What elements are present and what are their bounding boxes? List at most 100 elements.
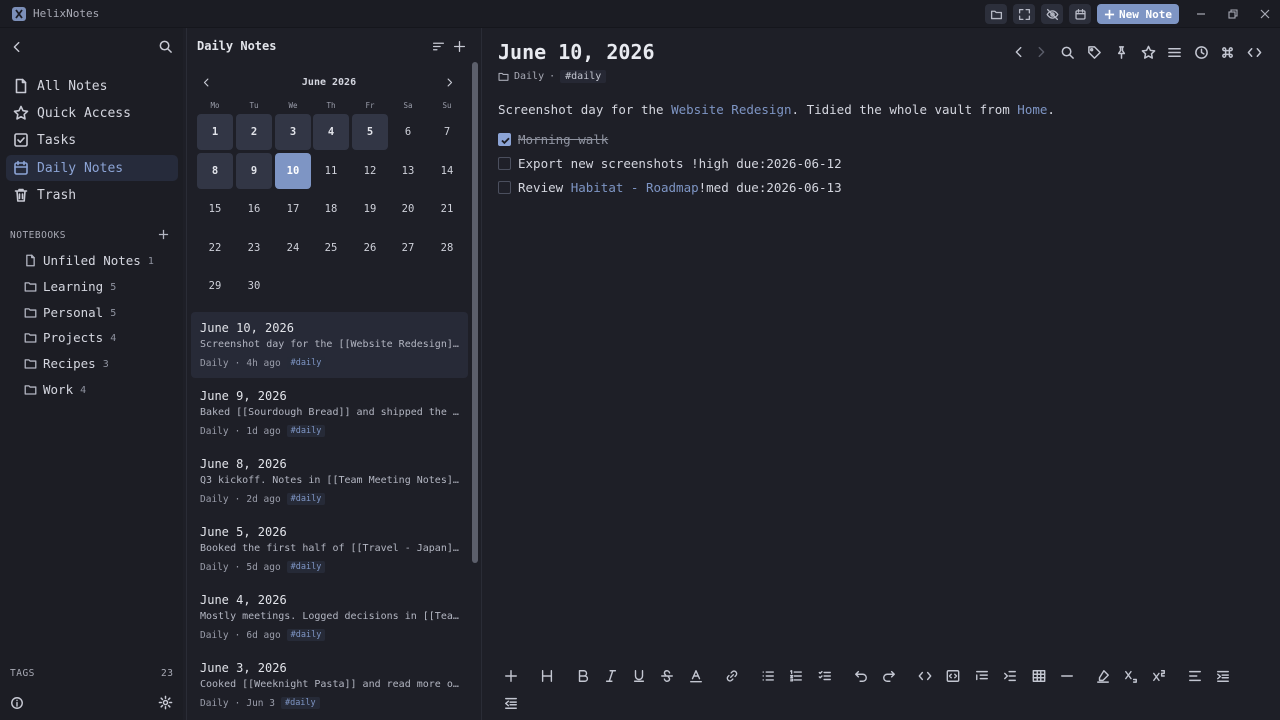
calendar-day[interactable]: 2	[236, 114, 272, 150]
indent-decrease-icon[interactable]	[501, 693, 521, 713]
italic-icon[interactable]	[601, 666, 621, 686]
note-list-item[interactable]: June 5, 2026 Booked the first half of [[T…	[191, 516, 468, 582]
scrollbar[interactable]	[472, 62, 478, 563]
next-month-icon[interactable]	[444, 77, 455, 88]
source-code-icon[interactable]	[1245, 43, 1263, 61]
outline-icon[interactable]	[1165, 43, 1183, 61]
indent-icon[interactable]	[1000, 666, 1020, 686]
numbered-list-icon[interactable]	[786, 666, 806, 686]
calendar-day[interactable]: 29	[197, 268, 233, 304]
inline-code-icon[interactable]	[915, 666, 935, 686]
note-list-item[interactable]: June 9, 2026 Baked [[Sourdough Bread]] an…	[191, 380, 468, 446]
superscript-icon[interactable]	[1149, 666, 1169, 686]
calendar-day[interactable]: 19	[352, 191, 388, 227]
notebook-recipes[interactable]: Recipes 3	[24, 352, 109, 374]
note-title[interactable]: June 10, 2026	[498, 40, 655, 64]
back-nav-icon[interactable]	[1010, 43, 1028, 61]
calendar-day[interactable]: 30	[236, 268, 272, 304]
bullet-list-icon[interactable]	[758, 666, 778, 686]
calendar-day[interactable]: 21	[429, 191, 465, 227]
insert-plus-icon[interactable]	[501, 666, 521, 686]
note-tag[interactable]: #daily	[560, 70, 607, 83]
search-icon[interactable]	[158, 39, 173, 54]
sidebar-item-quick-access[interactable]: Quick Access	[6, 100, 178, 126]
task-checkbox[interactable]	[498, 156, 511, 170]
horizontal-rule-icon[interactable]	[1057, 666, 1077, 686]
star-icon[interactable]	[1139, 43, 1157, 61]
calendar-day[interactable]: 14	[429, 153, 465, 189]
task-checkbox[interactable]	[498, 132, 511, 146]
pin-icon[interactable]	[1112, 43, 1130, 61]
calendar-day[interactable]: 11	[313, 153, 349, 189]
calendar-day[interactable]: 20	[390, 191, 426, 227]
close-icon[interactable]	[1256, 5, 1274, 23]
fullscreen-icon[interactable]	[1013, 4, 1035, 24]
quote-list-icon[interactable]	[972, 666, 992, 686]
calendar-day[interactable]: 27	[390, 230, 426, 266]
checklist-icon[interactable]	[815, 666, 835, 686]
wiki-link[interactable]: Habitat - Roadmap	[571, 180, 699, 195]
restore-icon[interactable]	[1224, 5, 1242, 23]
wiki-link[interactable]: Home	[1017, 102, 1047, 117]
subscript-icon[interactable]	[1121, 666, 1141, 686]
redo-icon[interactable]	[879, 666, 899, 686]
heading-icon[interactable]	[537, 666, 557, 686]
notebook-unfiled-notes[interactable]: Unfiled Notes 1	[24, 249, 154, 271]
calendar-day[interactable]: 24	[275, 230, 311, 266]
sidebar-item-tasks[interactable]: Tasks	[6, 127, 178, 153]
notebook-work[interactable]: Work 4	[24, 378, 86, 400]
tag-icon[interactable]	[1085, 43, 1103, 61]
settings-gear-icon[interactable]	[158, 695, 173, 710]
calendar-day[interactable]: 23	[236, 230, 272, 266]
back-icon[interactable]	[10, 40, 24, 54]
calendar-day[interactable]: 6	[390, 114, 426, 150]
calendar-day[interactable]: 22	[197, 230, 233, 266]
underline-icon[interactable]	[629, 666, 649, 686]
sidebar-item-trash[interactable]: Trash	[6, 182, 178, 208]
highlight-icon[interactable]	[1093, 666, 1113, 686]
calendar-day[interactable]: 7	[429, 114, 465, 150]
history-clock-icon[interactable]	[1192, 43, 1210, 61]
calendar-day[interactable]: 13	[390, 153, 426, 189]
calendar-day[interactable]: 5	[352, 114, 388, 150]
calendar-icon[interactable]	[1069, 4, 1091, 24]
eye-off-icon[interactable]	[1041, 4, 1063, 24]
strikethrough-icon[interactable]	[657, 666, 677, 686]
tags-heading[interactable]: TAGS	[10, 668, 35, 679]
align-icon[interactable]	[1185, 666, 1205, 686]
note-body-paragraph[interactable]: Screenshot day for the Website Redesign.…	[498, 102, 1055, 117]
task-checkbox[interactable]	[498, 180, 511, 194]
calendar-day[interactable]: 18	[313, 191, 349, 227]
text-color-icon[interactable]	[686, 666, 706, 686]
undo-icon[interactable]	[851, 666, 871, 686]
wiki-link[interactable]: Website Redesign	[671, 102, 791, 117]
command-icon[interactable]	[1218, 43, 1236, 61]
add-note-icon[interactable]	[453, 40, 466, 53]
indent-increase-icon[interactable]	[1213, 666, 1233, 686]
calendar-day[interactable]: 1	[197, 114, 233, 150]
calendar-day[interactable]: 12	[352, 153, 388, 189]
add-notebook-icon[interactable]	[158, 229, 169, 240]
folder-icon[interactable]	[985, 4, 1007, 24]
note-notebook[interactable]: Daily	[514, 71, 544, 82]
calendar-day[interactable]: 16	[236, 191, 272, 227]
search-icon[interactable]	[1058, 43, 1076, 61]
sidebar-item-daily-notes[interactable]: Daily Notes	[6, 155, 178, 181]
forward-nav-icon[interactable]	[1032, 43, 1050, 61]
calendar-day[interactable]: 28	[429, 230, 465, 266]
sidebar-item-all-notes[interactable]: All Notes	[6, 73, 178, 99]
calendar-day[interactable]: 25	[313, 230, 349, 266]
calendar-day[interactable]: 9	[236, 153, 272, 189]
link-icon[interactable]	[722, 666, 742, 686]
note-list-item[interactable]: June 3, 2026 Cooked [[Weeknight Pasta]] a…	[191, 652, 468, 718]
info-icon[interactable]	[10, 696, 24, 710]
bold-icon[interactable]	[573, 666, 593, 686]
notebook-personal[interactable]: Personal 5	[24, 301, 116, 323]
calendar-day[interactable]: 26	[352, 230, 388, 266]
calendar-day[interactable]: 8	[197, 153, 233, 189]
calendar-day[interactable]: 4	[313, 114, 349, 150]
note-list-item[interactable]: June 4, 2026 Mostly meetings. Logged deci…	[191, 584, 468, 650]
calendar-day[interactable]: 17	[275, 191, 311, 227]
notebook-learning[interactable]: Learning 5	[24, 275, 116, 297]
calendar-day[interactable]: 3	[275, 114, 311, 150]
